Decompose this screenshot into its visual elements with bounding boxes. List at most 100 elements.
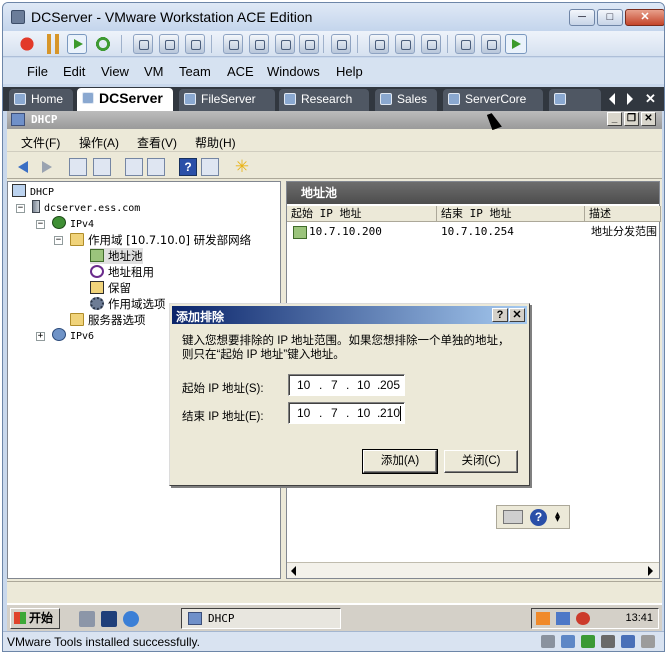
menu-vm[interactable]: VM xyxy=(144,64,164,79)
network-adapter-icon[interactable] xyxy=(581,635,595,648)
quick-switch-icon[interactable] xyxy=(421,34,441,54)
tab-scroll-right-icon[interactable] xyxy=(627,93,633,105)
taskbar-dhcp-button[interactable]: DHCP xyxy=(181,608,341,629)
tree-node-server-options[interactable]: 服务器选项 xyxy=(70,312,146,328)
horizontal-scrollbar[interactable] xyxy=(287,562,659,578)
close-button[interactable]: ✕ xyxy=(625,9,664,26)
message-log-icon[interactable] xyxy=(641,635,655,648)
new-exclusion-icon[interactable]: ✳ xyxy=(233,158,251,176)
properties-icon[interactable] xyxy=(201,158,219,176)
clone-icon[interactable] xyxy=(249,34,269,54)
start-button[interactable]: 开始 xyxy=(10,608,60,629)
back-arrow-icon[interactable] xyxy=(15,158,33,176)
expand-ipv6-icon[interactable]: + xyxy=(36,332,45,341)
show-hide-tree-icon[interactable] xyxy=(93,158,111,176)
dhcp-restore-button[interactable]: ❐ xyxy=(624,112,639,126)
tray-clock[interactable]: 13:41 xyxy=(625,612,653,624)
help-icon[interactable]: ? xyxy=(179,158,197,176)
column-description[interactable]: 描述 xyxy=(585,206,661,222)
collapse-ipv4-icon[interactable]: − xyxy=(36,220,45,229)
toolbar-options-icon[interactable]: ▴ ▾ xyxy=(555,510,560,525)
close-dialog-button[interactable]: 关闭(C) xyxy=(444,450,518,473)
tab-scroll-left-icon[interactable] xyxy=(609,93,615,105)
summary-view-icon[interactable] xyxy=(455,34,475,54)
sound-icon[interactable] xyxy=(621,635,635,648)
menu-edit[interactable]: Edit xyxy=(63,64,85,79)
up-level-icon[interactable] xyxy=(69,158,87,176)
dialog-help-button[interactable]: ? xyxy=(492,308,508,322)
dhcp-close-button[interactable]: ✕ xyxy=(641,112,656,126)
minimize-button[interactable]: ─ xyxy=(569,9,595,26)
collapse-server-icon[interactable]: − xyxy=(16,204,25,213)
tab-dcserver[interactable]: DCServer xyxy=(77,88,173,111)
tray-volume-muted-icon[interactable] xyxy=(576,612,590,625)
cd-rom-icon[interactable] xyxy=(561,635,575,648)
console-view-icon[interactable] xyxy=(505,34,527,54)
show-desktop-icon[interactable] xyxy=(101,611,117,627)
column-start-ip[interactable]: 起始 IP 地址 xyxy=(287,206,437,222)
menu-help[interactable]: Help xyxy=(336,64,363,79)
hard-disk-icon[interactable] xyxy=(541,635,555,648)
reset-icon[interactable] xyxy=(93,34,113,54)
forward-arrow-icon[interactable] xyxy=(37,158,55,176)
start-ip-input[interactable]: 10 . 7 . 10 . 205 xyxy=(288,374,405,396)
power-off-icon[interactable] xyxy=(17,34,37,54)
tree-node-address-pool[interactable]: 地址池 xyxy=(90,248,143,264)
mmc-menu-action[interactable]: 操作(A) xyxy=(79,134,119,151)
menu-file[interactable]: File xyxy=(27,64,48,79)
revert-snapshot-icon[interactable] xyxy=(159,34,179,54)
snapshot-icon[interactable] xyxy=(133,34,153,54)
tab-overflow[interactable] xyxy=(549,89,601,111)
sidebar-icon[interactable] xyxy=(369,34,389,54)
tab-home[interactable]: Home xyxy=(9,89,73,111)
tray-network-icon[interactable] xyxy=(556,612,570,625)
snapshot-manager-icon[interactable] xyxy=(185,34,205,54)
trash-icon[interactable] xyxy=(299,34,319,54)
tab-sales[interactable]: Sales xyxy=(375,89,437,111)
full-screen-icon[interactable] xyxy=(395,34,415,54)
keyboard-icon[interactable] xyxy=(503,510,523,524)
scroll-left-icon[interactable] xyxy=(291,566,296,576)
tree-node-reservations[interactable]: 保留 xyxy=(90,280,131,296)
help-circle-icon[interactable]: ? xyxy=(530,509,547,526)
menu-view[interactable]: View xyxy=(101,64,129,79)
tab-research[interactable]: Research xyxy=(279,89,369,111)
tab-fileserver[interactable]: FileServer xyxy=(179,89,275,111)
tree-node-ipv6[interactable]: IPv6 xyxy=(52,328,94,344)
mmc-menu-help[interactable]: 帮助(H) xyxy=(195,134,236,151)
dialog-close-button[interactable]: ✕ xyxy=(509,308,525,322)
internet-explorer-icon[interactable] xyxy=(123,611,139,627)
team-icon[interactable] xyxy=(223,34,243,54)
menu-ace[interactable]: ACE xyxy=(227,64,254,79)
refresh-icon[interactable] xyxy=(125,158,143,176)
tree-node-address-leases[interactable]: 地址租用 xyxy=(90,264,154,280)
scroll-right-icon[interactable] xyxy=(648,566,653,576)
menu-windows[interactable]: Windows xyxy=(267,64,320,79)
tree-node-scope[interactable]: 作用域 [10.7.10.0] 研发部网络 xyxy=(70,232,251,248)
vm-tab-bar: Home DCServer FileServer Research Sales … xyxy=(3,87,664,111)
appliance-view-icon[interactable] xyxy=(481,34,501,54)
menu-team[interactable]: Team xyxy=(179,64,211,79)
tree-node-dhcp[interactable]: DHCP xyxy=(12,184,54,200)
power-on-icon[interactable] xyxy=(67,34,87,54)
mmc-menu-file[interactable]: 文件(F) xyxy=(21,134,60,151)
tray-flag-icon[interactable] xyxy=(536,612,550,625)
record-icon[interactable] xyxy=(275,34,295,54)
server-manager-icon[interactable] xyxy=(79,611,95,627)
tree-node-server[interactable]: dcserver.ess.com xyxy=(32,200,140,216)
tab-servercore[interactable]: ServerCore xyxy=(443,89,543,111)
dhcp-minimize-button[interactable]: _ xyxy=(607,112,622,126)
maximize-button[interactable]: □ xyxy=(597,9,623,26)
end-ip-input[interactable]: 10 . 7 . 10 . 210 xyxy=(288,402,405,424)
collapse-scope-icon[interactable]: − xyxy=(54,236,63,245)
export-list-icon[interactable] xyxy=(147,158,165,176)
tab-close-icon[interactable]: ✕ xyxy=(645,91,656,107)
suspend-icon[interactable] xyxy=(43,34,63,54)
column-end-ip[interactable]: 结束 IP 地址 xyxy=(437,206,585,222)
add-button[interactable]: 添加(A) xyxy=(362,449,438,474)
mmc-menu-view[interactable]: 查看(V) xyxy=(137,134,177,151)
tree-node-scope-options[interactable]: 作用域选项 xyxy=(90,296,166,312)
usb-icon[interactable] xyxy=(601,635,615,648)
console-icon[interactable] xyxy=(331,34,351,54)
tree-node-ipv4[interactable]: IPv4 xyxy=(52,216,94,232)
